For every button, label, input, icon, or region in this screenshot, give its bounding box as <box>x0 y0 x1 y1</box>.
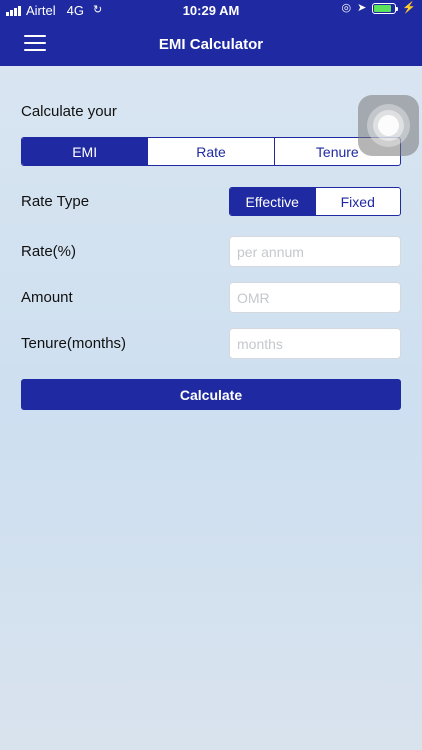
page-title: EMI Calculator <box>158 36 264 53</box>
location-icon: ➤ <box>357 2 367 14</box>
segment-effective[interactable]: Effective <box>230 188 315 215</box>
calculate-button[interactable]: Calculate <box>21 379 401 410</box>
status-bar: Airtel 4G ↻ 10:29 AM ◎ ➤ ⚡ <box>0 0 422 22</box>
battery-icon <box>372 3 399 14</box>
calculate-label: Calculate your <box>21 103 117 120</box>
tenure-label: Tenure(months) <box>21 335 127 352</box>
segment-emi[interactable]: EMI <box>22 138 148 165</box>
amount-input[interactable] <box>229 282 401 313</box>
rate-type-selector: Effective Fixed <box>229 187 401 216</box>
charging-icon: ⚡ <box>402 2 416 14</box>
segment-fixed[interactable]: Fixed <box>314 188 401 215</box>
amount-label: Amount <box>21 289 73 306</box>
rate-label: Rate(%) <box>21 243 77 260</box>
orientation-lock-icon: ◎ <box>341 2 352 14</box>
rate-input[interactable] <box>229 236 401 267</box>
tenure-input[interactable] <box>229 328 401 359</box>
calculate-type-selector: EMI Rate Tenure <box>21 137 401 166</box>
app-header: Airtel 4G ↻ 10:29 AM ◎ ➤ ⚡ EMI Calculato… <box>0 0 422 66</box>
segment-rate[interactable]: Rate <box>147 138 273 165</box>
assistive-touch-button[interactable] <box>358 95 419 156</box>
rate-type-label: Rate Type <box>21 193 90 210</box>
